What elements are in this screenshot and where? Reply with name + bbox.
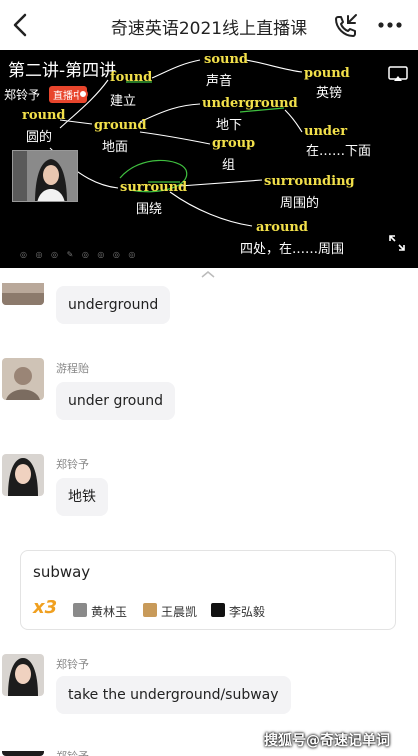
message-bubble: underground	[56, 286, 171, 324]
word-found-cn: 建立	[110, 94, 137, 109]
sender-name: 郑铃予	[56, 658, 89, 671]
watermark: 搜狐号@奇速记单词	[264, 733, 390, 749]
word-ground-cn: 地面	[102, 140, 129, 155]
word-around-cn: 四处，在……周围	[240, 242, 345, 257]
word-round: round	[22, 108, 66, 123]
word-sound-cn: 声音	[206, 74, 233, 89]
avatar[interactable]	[2, 358, 44, 400]
whiteboard-toolbar[interactable]: ◎ ◎ ◎ ✎ ◎ ◎ ◎ ◎	[20, 250, 138, 259]
card-user-name: 王晨凯	[161, 605, 198, 619]
word-surrounding-cn: 周围的	[280, 196, 320, 211]
word-pound-cn: 英镑	[316, 86, 343, 101]
word-under: under	[304, 124, 348, 139]
word-found: found	[110, 70, 153, 85]
sender-name: 郑铃予	[56, 748, 89, 756]
card-user-name: 黄林玉	[91, 605, 128, 619]
word-surround-cn: 围绕	[136, 202, 163, 217]
message-bubble: under ground	[56, 382, 175, 420]
card-message-text: subway	[33, 563, 91, 581]
sender-name: 郑铃予	[56, 458, 89, 471]
message-bubble: 地铁	[56, 478, 108, 516]
teacher-camera-image	[13, 151, 77, 201]
word-sound: sound	[204, 52, 248, 67]
word-surround: surround	[120, 180, 188, 195]
live-indicator-icon	[78, 89, 88, 99]
avatar[interactable]	[2, 454, 44, 496]
phone-call-icon[interactable]	[332, 12, 360, 40]
repeat-count: x3	[33, 597, 58, 618]
teacher-name: 郑铃予	[4, 88, 41, 102]
cast-screen-icon[interactable]	[388, 66, 408, 82]
repeat-reply-card[interactable]: subway x3 黄林玉 王晨凯 李弘毅	[20, 550, 396, 630]
avatar[interactable]	[2, 654, 44, 696]
word-surrounding: surrounding	[264, 174, 355, 189]
word-ground: ground	[94, 118, 147, 133]
word-underground-cn: 地下	[216, 118, 243, 133]
sender-name: 游程贻	[56, 362, 89, 375]
live-video-player[interactable]: 第二讲-第四讲 郑铃予 直播中 found 建立 round 圆的 sound …	[0, 50, 418, 268]
word-group: group	[212, 136, 256, 151]
user-avatar-icon	[143, 603, 157, 617]
top-navigation-bar: 奇速英语2021线上直播课	[0, 0, 418, 50]
word-pound: pound	[304, 66, 350, 81]
message-bubble: take the underground/subway	[56, 676, 291, 714]
word-underground: underground	[202, 96, 298, 111]
user-avatar-icon	[211, 603, 225, 617]
card-user-name: 李弘毅	[229, 605, 266, 619]
lecture-title: 第二讲-第四讲	[8, 61, 117, 81]
more-dots-icon[interactable]	[376, 14, 404, 36]
expand-icon[interactable]	[388, 234, 406, 252]
avatar[interactable]	[2, 746, 44, 756]
word-under-cn: 在……下面	[306, 144, 372, 159]
chevron-up-icon[interactable]	[198, 268, 218, 280]
avatar[interactable]	[2, 283, 44, 305]
user-avatar-icon	[73, 603, 87, 617]
teacher-camera-feed	[12, 150, 78, 202]
word-around: around	[256, 220, 308, 235]
word-group-cn: 组	[222, 158, 236, 173]
word-round-cn: 圆的	[26, 130, 53, 145]
